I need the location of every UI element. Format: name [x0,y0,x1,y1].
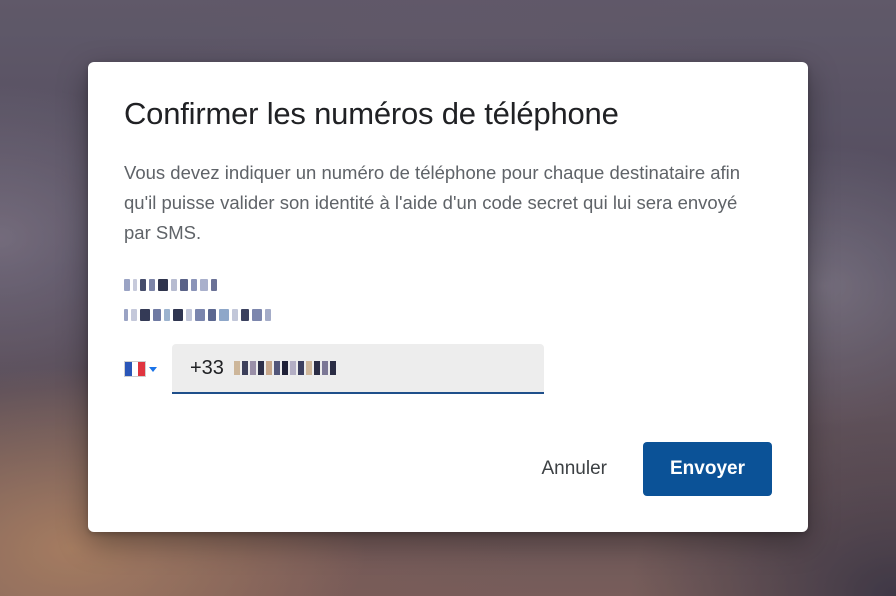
france-flag-icon [124,361,146,377]
dialog-description: Vous devez indiquer un numéro de télépho… [124,162,741,243]
recipient-name-redacted [124,276,271,294]
dialog-actions: Annuler Envoyer [524,442,772,496]
confirm-phone-dialog: Confirmer les numéros de téléphone Vous … [88,62,808,532]
phone-number-redacted [233,361,336,375]
recipient-info [124,276,271,324]
country-selector[interactable] [124,344,172,394]
cancel-button[interactable]: Annuler [524,446,626,492]
chevron-down-icon [149,366,157,372]
dialog-title: Confirmer les numéros de téléphone [124,96,619,131]
phone-prefix: +33 [190,356,224,379]
send-button[interactable]: Envoyer [643,442,772,496]
recipient-email-redacted [124,306,271,324]
phone-input-row: +33 [124,344,544,394]
phone-number-field[interactable]: +33 [172,344,544,394]
